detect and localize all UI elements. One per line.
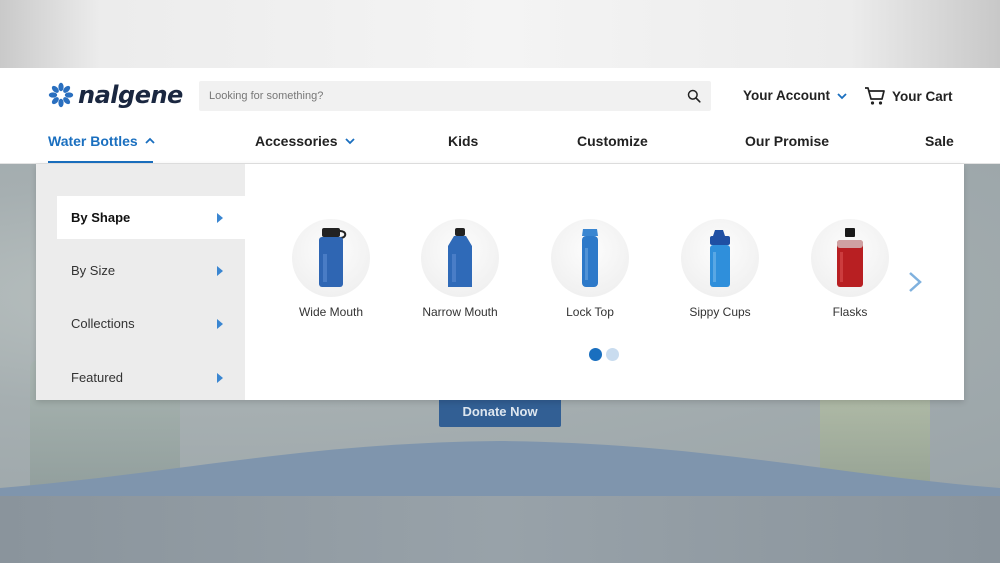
product-label: Narrow Mouth xyxy=(422,305,498,319)
nav-label: Kids xyxy=(448,133,479,149)
cart-icon xyxy=(865,87,885,105)
nav-label: Sale xyxy=(925,133,954,149)
chevron-up-icon xyxy=(145,137,155,144)
active-nav-underline xyxy=(48,161,153,163)
product-image xyxy=(421,219,499,297)
nalgene-logo-icon xyxy=(48,82,74,108)
background-top xyxy=(0,0,1000,68)
search-bar xyxy=(199,81,711,111)
product-sippy-cups[interactable]: Sippy Cups xyxy=(665,219,775,319)
water-bottles-mega-menu: By Shape By Size Collections Featured Wi… xyxy=(36,164,964,400)
site-header: nalgene Your Account Your Cart Water Bot… xyxy=(0,68,1000,164)
nav-label: Water Bottles xyxy=(48,133,138,149)
nav-accessories[interactable]: Accessories xyxy=(255,133,356,149)
chevron-right-icon[interactable] xyxy=(908,271,922,293)
category-label: Featured xyxy=(71,370,124,385)
category-label: Collections xyxy=(71,316,135,331)
your-cart-link[interactable]: Your Cart xyxy=(864,86,953,106)
account-label: Your Account xyxy=(743,88,830,103)
your-account-menu[interactable]: Your Account xyxy=(743,88,848,103)
nav-label: Accessories xyxy=(255,133,338,149)
product-image xyxy=(811,219,889,297)
nav-kids[interactable]: Kids xyxy=(448,133,478,149)
chevron-down-icon xyxy=(837,92,847,99)
caret-right-icon xyxy=(217,212,223,223)
product-image xyxy=(292,219,370,297)
product-wide-mouth[interactable]: Wide Mouth xyxy=(276,219,386,319)
product-label: Lock Top xyxy=(566,305,614,319)
caret-right-icon xyxy=(217,318,223,329)
product-label: Flasks xyxy=(832,305,868,319)
narrow-mouth-bottle-icon xyxy=(448,228,472,287)
chevron-down-icon xyxy=(344,138,355,145)
nav-water-bottles[interactable]: Water Bottles xyxy=(48,133,156,149)
category-by-size[interactable]: By Size xyxy=(57,249,245,292)
lock-top-bottle-icon xyxy=(582,229,598,287)
category-label: By Size xyxy=(71,263,116,278)
category-by-shape[interactable]: By Shape xyxy=(57,196,245,239)
wide-mouth-bottle-icon xyxy=(319,228,347,287)
carousel-dot-2[interactable] xyxy=(606,348,619,361)
product-image xyxy=(551,219,629,297)
product-flasks[interactable]: Flasks xyxy=(795,219,905,319)
caret-right-icon xyxy=(217,372,223,383)
hero-wave xyxy=(0,441,1000,498)
product-image xyxy=(681,219,759,297)
category-featured[interactable]: Featured xyxy=(57,356,245,399)
brand-logo[interactable]: nalgene xyxy=(48,81,183,109)
product-label: Sippy Cups xyxy=(689,305,751,319)
nav-customize[interactable]: Customize xyxy=(577,133,648,149)
brand-wordmark: nalgene xyxy=(78,81,183,109)
search-icon[interactable] xyxy=(687,89,701,103)
category-collections[interactable]: Collections xyxy=(57,302,245,345)
product-lock-top[interactable]: Lock Top xyxy=(535,219,645,319)
nav-sale[interactable]: Sale xyxy=(925,133,954,149)
nav-our-promise[interactable]: Our Promise xyxy=(745,133,829,149)
cart-label: Your Cart xyxy=(892,88,953,104)
category-sidebar: By Shape By Size Collections Featured xyxy=(36,164,245,400)
background-bottom xyxy=(0,496,1000,563)
search-input[interactable] xyxy=(209,90,687,102)
product-label: Wide Mouth xyxy=(298,305,364,319)
carousel-dot-1[interactable] xyxy=(589,348,602,361)
category-label: By Shape xyxy=(71,210,131,225)
nav-label: Customize xyxy=(577,133,648,149)
caret-right-icon xyxy=(217,265,223,276)
flask-icon xyxy=(837,228,863,287)
nav-label: Our Promise xyxy=(745,133,830,149)
sippy-cup-icon xyxy=(710,230,730,287)
product-narrow-mouth[interactable]: Narrow Mouth xyxy=(405,219,515,319)
